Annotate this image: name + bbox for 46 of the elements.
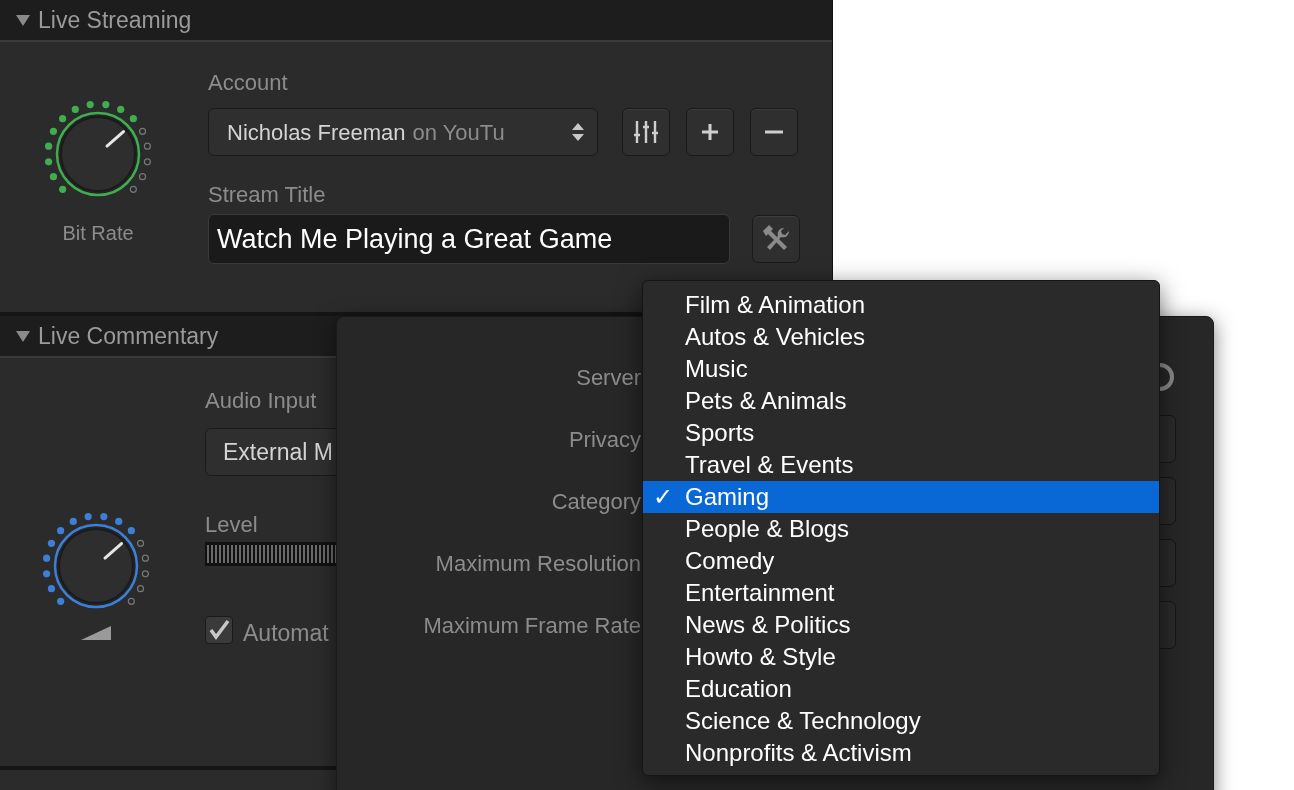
knob-unlit-dots bbox=[127, 539, 149, 605]
menu-item[interactable]: Film & Animation bbox=[643, 289, 1159, 321]
row-label: Maximum Frame Rate bbox=[422, 611, 641, 640]
remove-button[interactable] bbox=[750, 108, 798, 156]
menu-item[interactable]: Sports bbox=[643, 417, 1159, 449]
row-label: Privacy bbox=[567, 425, 641, 454]
menu-item[interactable]: News & Politics bbox=[643, 609, 1159, 641]
row-label: Server bbox=[575, 363, 641, 392]
sliders-icon bbox=[633, 119, 659, 145]
tools-button[interactable] bbox=[752, 215, 800, 263]
settings-button[interactable] bbox=[622, 108, 670, 156]
menu-item[interactable]: Nonprofits & Activism bbox=[643, 737, 1159, 769]
menu-item[interactable]: Travel & Events bbox=[643, 449, 1159, 481]
stream-title-field[interactable]: Watch Me Playing a Great Game bbox=[208, 214, 730, 264]
plus-icon bbox=[701, 123, 719, 141]
minus-icon bbox=[765, 130, 783, 134]
menu-item[interactable]: People & Blogs bbox=[643, 513, 1159, 545]
checkbox[interactable] bbox=[205, 616, 233, 645]
row-label: Maximum Resolution bbox=[434, 549, 641, 578]
knob-label: Bit Rate bbox=[62, 221, 134, 246]
field-label: Stream Title bbox=[208, 181, 327, 209]
row-label: Category bbox=[550, 487, 641, 516]
field-label: Account bbox=[208, 69, 289, 97]
stepper-icon bbox=[571, 121, 585, 143]
menu-item[interactable]: Howto & Style bbox=[643, 641, 1159, 673]
caret-down-icon bbox=[16, 13, 30, 27]
account-select[interactable]: Nicholas Freeman on YouTu bbox=[208, 108, 598, 156]
menu-item[interactable]: ✓ Gaming bbox=[643, 481, 1159, 513]
section-title: Live Streaming bbox=[38, 5, 192, 35]
add-button[interactable] bbox=[686, 108, 734, 156]
section-header[interactable]: Live Streaming bbox=[0, 0, 832, 42]
caret-down-icon bbox=[16, 329, 30, 343]
menu-item[interactable]: Pets & Animals bbox=[643, 385, 1159, 417]
knob-unlit-dots bbox=[129, 127, 151, 193]
checkbox-label: Automat bbox=[243, 619, 329, 648]
menu-item[interactable]: Science & Technology bbox=[643, 705, 1159, 737]
menu-item[interactable]: Comedy bbox=[643, 545, 1159, 577]
field-label: Audio Input bbox=[205, 387, 318, 415]
volume-ramp-icon bbox=[80, 626, 111, 640]
section-title: Live Commentary bbox=[38, 321, 219, 351]
field-label: Level bbox=[205, 511, 259, 539]
menu-item[interactable]: Education bbox=[643, 673, 1159, 705]
checkmark-icon bbox=[208, 619, 230, 642]
menu-item[interactable]: Music bbox=[643, 353, 1159, 385]
menu-item[interactable]: Autos & Vehicles bbox=[643, 321, 1159, 353]
menu-item[interactable]: Entertainment bbox=[643, 577, 1159, 609]
